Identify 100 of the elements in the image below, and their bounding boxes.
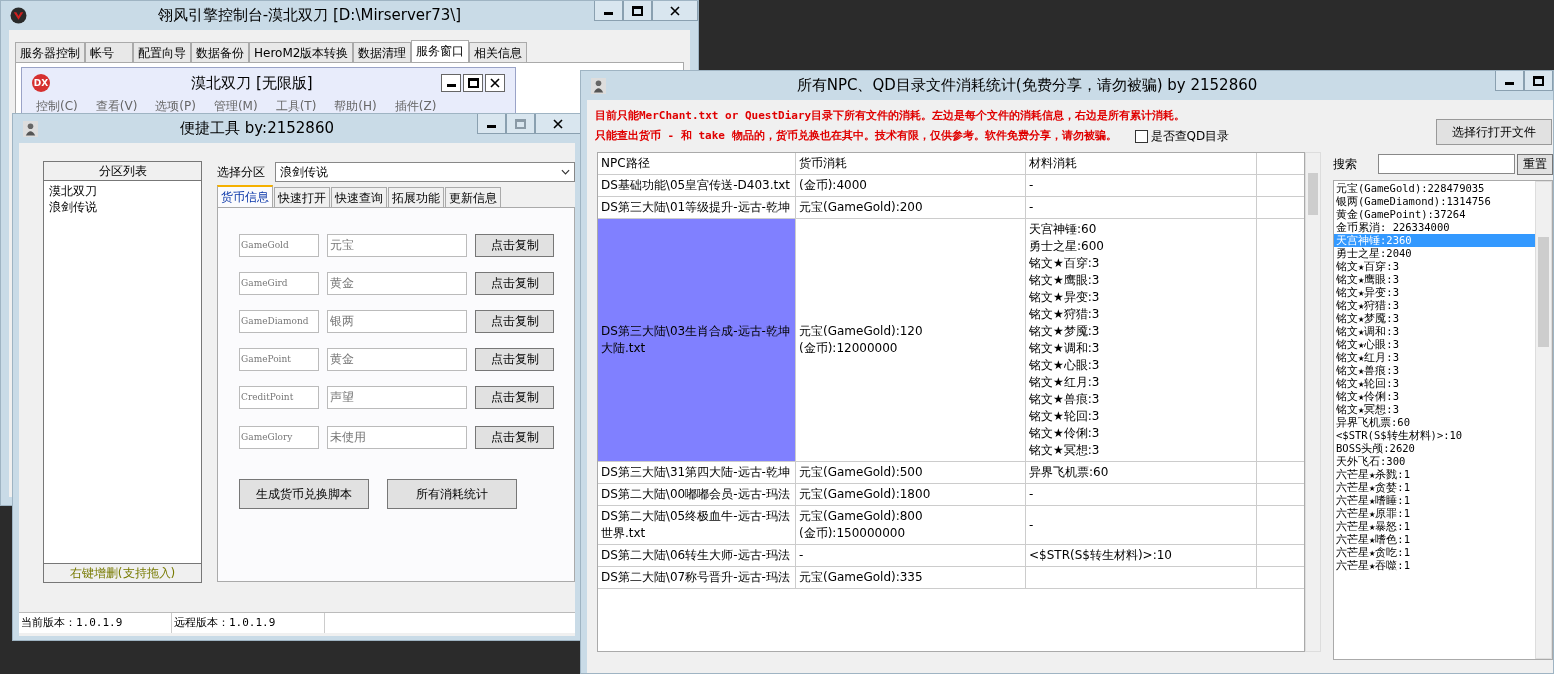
list-item[interactable]: 铭文★冥想:3 [1334, 403, 1535, 416]
scrollbar[interactable] [1305, 152, 1321, 652]
minimize-button[interactable] [1495, 71, 1524, 91]
close-button[interactable] [485, 74, 505, 92]
menu-item[interactable]: 插件(Z) [394, 98, 437, 115]
list-item[interactable]: 铭文★红月:3 [1334, 351, 1535, 364]
code-field[interactable]: GameGlory [239, 425, 320, 449]
tab[interactable]: 拓展功能 [388, 187, 445, 207]
table-cell[interactable]: DS第二大陆\06转生大师-远古-玛法 [598, 545, 796, 566]
table-cell[interactable]: DS第三大陆\03生肖合成-远古-乾坤大陆.txt [598, 219, 796, 461]
menu-item[interactable]: 选项(P) [155, 98, 196, 115]
tab[interactable]: 配置向导 [133, 42, 191, 62]
menu-item[interactable]: 帮助(H) [334, 98, 377, 115]
code-field[interactable]: GamePoint [239, 347, 320, 371]
tab[interactable]: 快速查询 [331, 187, 388, 207]
name-field[interactable]: 声望 [327, 385, 468, 409]
maximize-button[interactable] [463, 74, 483, 92]
list-item[interactable]: 异界飞机票:60 [1334, 416, 1535, 429]
copy-button[interactable]: 点击复制 [475, 233, 555, 257]
tab[interactable]: 相关信息 [469, 42, 528, 62]
list-item[interactable]: 勇士之星:2040 [1334, 247, 1535, 260]
list-item[interactable]: <$STR(S$转生材料)>:10 [1334, 429, 1535, 442]
list-item[interactable]: 铭文★轮回:3 [1334, 377, 1535, 390]
list-item[interactable]: 六芒星★嗜睡:1 [1334, 494, 1535, 507]
list-item[interactable]: 天外飞石:300 [1334, 455, 1535, 468]
table-cell[interactable]: DS第三大陆\01等级提升-远古-乾坤 [598, 197, 796, 218]
table-cell: 天宫神锤:60 勇士之星:600 铭文★百穿:3 铭文★鹰眼:3 铭文★异变:3 铭文★狩猎:3 铭文★梦魇:3 铭文★调和:3 铭文★心眼:3 铭文★红月:3 铭文★兽痕:3 铭文★轮回:3 铭文★伶俐:3 铭文★冥想:3 [1029, 221, 1104, 459]
code-field[interactable]: GameGird [239, 271, 320, 295]
menu-item[interactable]: 控制(C) [36, 98, 78, 115]
table-cell[interactable]: DS第二大陆\05终极血牛-远古-玛法世界.txt [598, 506, 796, 544]
window-title: 翎风引擎控制台-漠北双刀 [D:\Mirserver73\] [156, 6, 463, 25]
copy-button[interactable]: 点击复制 [475, 385, 555, 409]
list-item[interactable]: 黄金(GamePoint):37264 [1334, 208, 1535, 221]
notice-text: 只能查出货币 - 和 take 物品的，货币兑换也在其中。技术有限，仅供参考。软件免费分享，请勿被骗。 [595, 128, 1117, 144]
list-item[interactable]: 六芒星★贪婪:1 [1334, 481, 1535, 494]
scrollbar[interactable] [1535, 181, 1552, 659]
tab[interactable]: 更新信息 [445, 187, 502, 207]
tab[interactable]: HeroM2版本转换 [249, 42, 354, 62]
list-item[interactable]: 六芒星★原罪:1 [1334, 507, 1535, 520]
list-item[interactable]: 铭文★鹰眼:3 [1334, 273, 1535, 286]
list-item[interactable]: 铭文★异变:3 [1334, 286, 1535, 299]
menu-item[interactable]: 工具(T) [275, 98, 317, 115]
table-cell[interactable]: DS基础功能\05皇宫传送-D403.txt [598, 175, 796, 196]
action-button[interactable]: 所有消耗统计 [387, 479, 518, 509]
list-item[interactable]: 六芒星★嗜色:1 [1334, 533, 1535, 546]
minimize-button[interactable] [477, 114, 506, 134]
tab[interactable]: 货币信息 [217, 185, 274, 207]
list-item[interactable]: 铭文★心眼:3 [1334, 338, 1535, 351]
table-cell[interactable]: DS第二大陆\00嘟嘟会员-远古-玛法 [598, 484, 796, 505]
list-item[interactable]: 六芒星★暴怒:1 [1334, 520, 1535, 533]
code-field[interactable]: GameDiamond [239, 309, 320, 333]
copy-button[interactable]: 点击复制 [475, 309, 555, 333]
copy-button[interactable]: 点击复制 [475, 347, 555, 371]
qd-checkbox[interactable]: 是否查QD目录 [1134, 127, 1230, 145]
code-field[interactable]: CreditPoint [239, 385, 320, 409]
table-cell[interactable]: DS第三大陆\31第四大陆-远古-乾坤 [598, 462, 796, 483]
tab[interactable]: 数据备份 [191, 42, 249, 62]
table-cell: - [1029, 486, 1034, 503]
minimize-button[interactable] [441, 74, 461, 92]
name-field[interactable]: 银两 [327, 309, 468, 333]
tab[interactable]: 快速打开 [274, 187, 331, 207]
copy-button[interactable]: 点击复制 [475, 425, 555, 449]
name-field[interactable]: 元宝 [327, 233, 468, 257]
list-item[interactable]: 六芒星★吞噬:1 [1334, 559, 1535, 572]
list-item[interactable]: BOSS头颅:2620 [1334, 442, 1535, 455]
list-item[interactable]: 六芒星★贪吃:1 [1334, 546, 1535, 559]
list-item[interactable]: 铭文★调和:3 [1334, 325, 1535, 338]
list-item[interactable]: 六芒星★杀戮:1 [1334, 468, 1535, 481]
checkbox[interactable] [1134, 129, 1148, 143]
maximize-button[interactable] [1524, 71, 1553, 91]
tab[interactable]: 帐号 [85, 42, 133, 62]
list-item[interactable]: 铭文★梦魇:3 [1334, 312, 1535, 325]
list-item[interactable]: 浪剑传说 [49, 199, 197, 215]
maximize-button[interactable] [623, 1, 652, 21]
list-item[interactable]: 铭文★伶俐:3 [1334, 390, 1535, 403]
table-cell: - [1029, 516, 1034, 534]
table-cell[interactable]: DS第二大陆\07称号晋升-远古-玛法 [598, 567, 796, 588]
name-field[interactable]: 黄金 [327, 347, 468, 371]
tab[interactable]: 服务器控制 [15, 42, 85, 62]
list-item[interactable]: 漠北双刀 [49, 183, 197, 199]
tab[interactable]: 服务窗口 [411, 40, 470, 62]
list-item[interactable]: 金币累消: 226334000 [1334, 221, 1535, 234]
list-item[interactable]: 铭文★兽痕:3 [1334, 364, 1535, 377]
open-file-button[interactable]: 选择行打开文件 [1436, 119, 1552, 145]
name-field[interactable]: 黄金 [327, 271, 468, 295]
list-item[interactable]: 铭文★百穿:3 [1334, 260, 1535, 273]
menu-item[interactable]: 管理(M) [213, 98, 258, 115]
partition-dropdown[interactable]: 浪剑传说 [275, 162, 575, 182]
tab[interactable]: 数据清理 [353, 42, 412, 62]
minimize-button[interactable] [594, 1, 623, 21]
action-button[interactable]: 生成货币兑换脚本 [239, 479, 370, 509]
code-field[interactable]: GameGold [239, 233, 320, 257]
search-field[interactable] [1378, 154, 1515, 174]
list-item[interactable]: 铭文★狩猎:3 [1334, 299, 1535, 312]
reset-button[interactable]: 重置 [1517, 153, 1553, 175]
list-item[interactable]: 银两(GameDiamond):1314756 [1334, 195, 1535, 208]
name-field[interactable]: 未使用 [327, 425, 468, 449]
list-item[interactable]: 元宝(GameGold):228479035 [1334, 182, 1535, 195]
copy-button[interactable]: 点击复制 [475, 271, 555, 295]
menu-item[interactable]: 查看(V) [95, 98, 138, 115]
